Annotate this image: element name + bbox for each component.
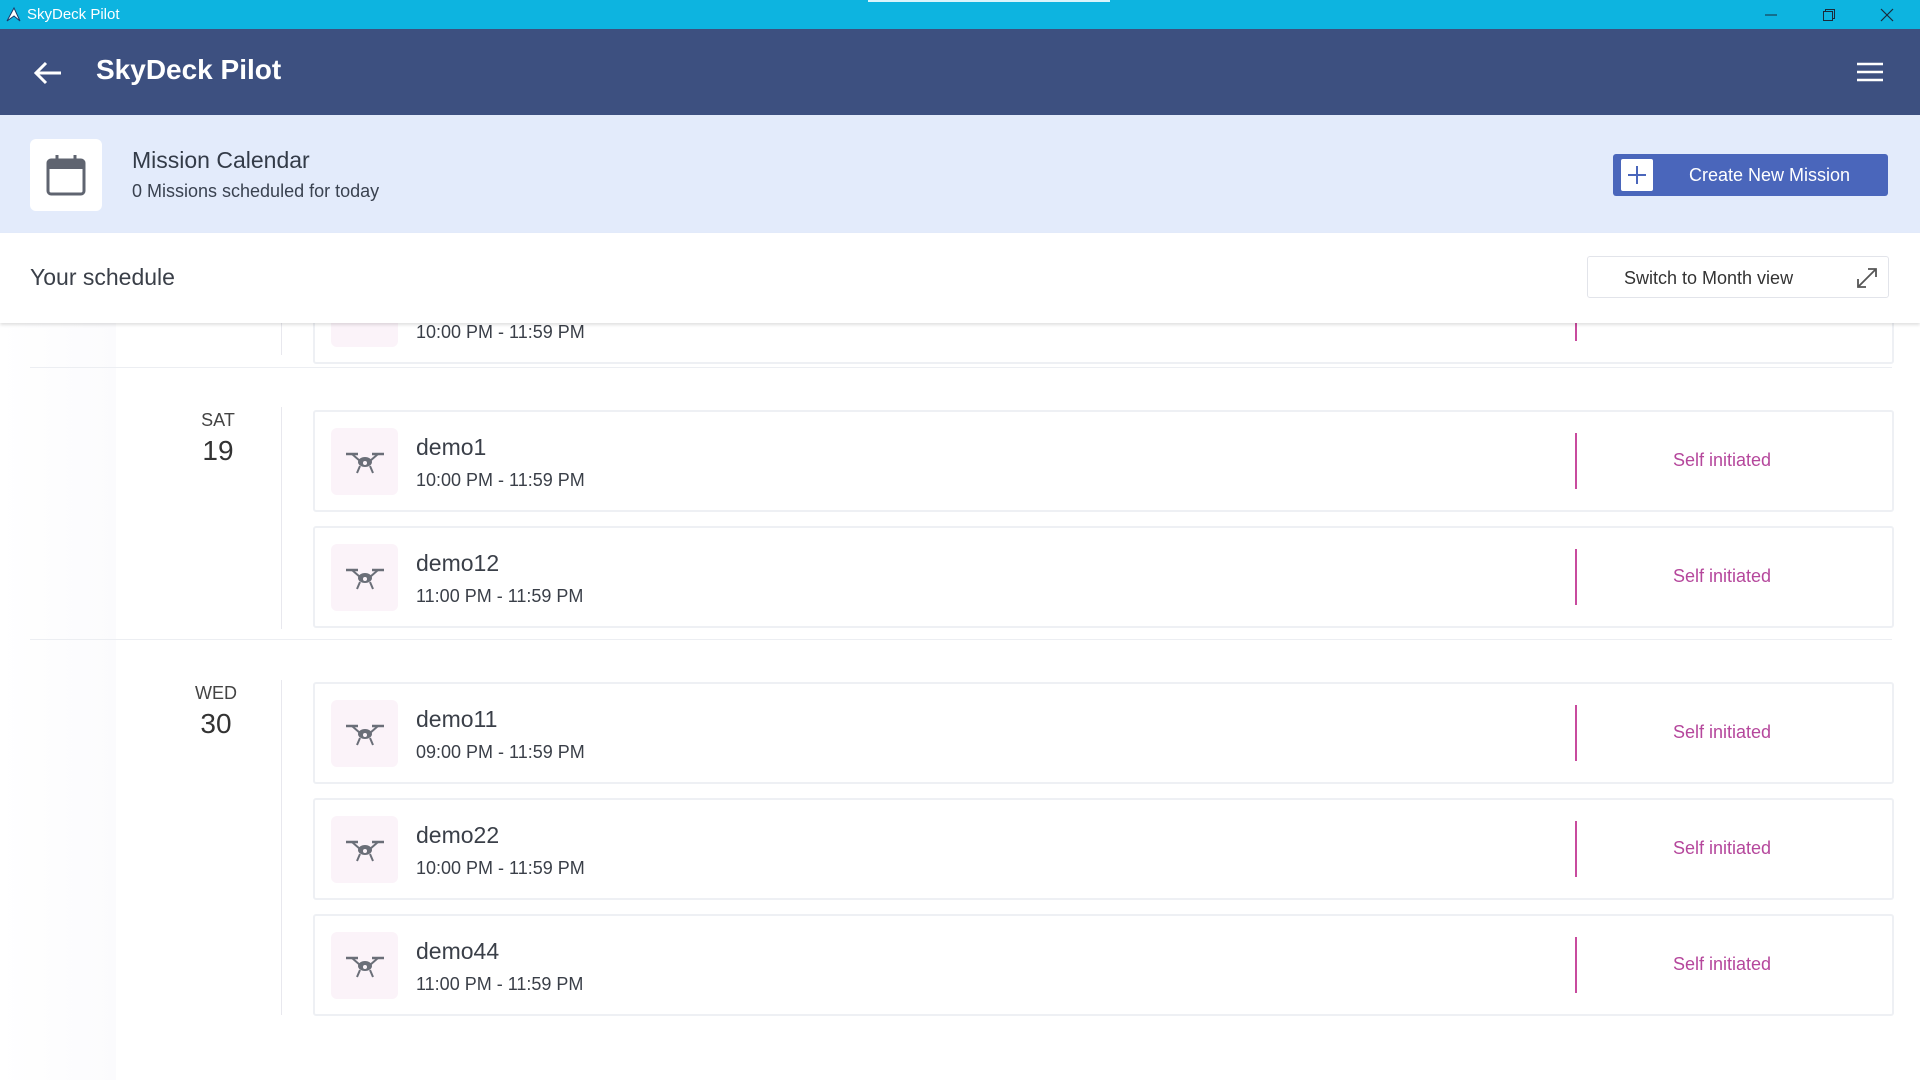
mission-name: demo12 (416, 550, 500, 576)
titlebar-accent (868, 0, 1110, 2)
calendar-title: Mission Calendar (132, 147, 310, 173)
drone-icon (345, 568, 384, 589)
back-button[interactable] (30, 55, 66, 91)
mission-time: 10:00 PM - 11:59 PM (416, 470, 585, 490)
drone-icon-box (331, 932, 398, 999)
drone-icon (345, 452, 384, 473)
mission-card-demo22[interactable]: demo22 10:00 PM - 11:59 PM Self initiate… (313, 798, 1894, 900)
mission-status: Self initiated (1673, 838, 1772, 858)
card-divider (1575, 549, 1577, 605)
plus-icon (1621, 159, 1653, 191)
schedule-header: Your schedule Switch to Month view (0, 233, 1920, 323)
mission-time: 11:00 PM - 11:59 PM (416, 974, 584, 994)
day-line (281, 680, 282, 1015)
mission-card-partial[interactable]: 10:00 PM - 11:59 PM (313, 323, 1894, 364)
day-of-week: SAT (201, 410, 235, 430)
calendar-icon-box (30, 139, 102, 211)
mission-card-demo12[interactable]: demo12 11:00 PM - 11:59 PM Self initiate… (313, 526, 1894, 628)
switch-month-view-button[interactable]: Switch to Month view (1587, 256, 1889, 298)
mission-card-demo1[interactable]: demo1 10:00 PM - 11:59 PM Self initiated (313, 410, 1894, 512)
drone-icon (345, 840, 384, 861)
card-divider (1575, 323, 1577, 341)
create-new-mission-label: Create New Mission (1689, 165, 1851, 185)
mission-name: demo22 (416, 822, 500, 848)
restore-button[interactable] (1800, 0, 1858, 29)
drone-icon-box (331, 544, 398, 611)
day-of-week: WED (195, 683, 237, 703)
mission-status: Self initiated (1673, 954, 1772, 974)
mission-status: Self initiated (1673, 722, 1772, 742)
restore-icon (1823, 8, 1835, 21)
mission-status: Self initiated (1673, 566, 1772, 586)
drone-icon-box (331, 428, 398, 495)
day-line (281, 407, 282, 629)
calendar-icon (46, 155, 86, 196)
drone-icon-box (331, 816, 398, 883)
card-divider (1575, 821, 1577, 877)
mission-name: demo44 (416, 938, 500, 964)
drone-icon (345, 956, 384, 977)
mission-card-demo11[interactable]: demo11 09:00 PM - 11:59 PM Self initiate… (313, 682, 1894, 784)
schedule-title: Your schedule (30, 264, 175, 290)
minimize-icon (1765, 14, 1777, 15)
day-number: 30 (200, 708, 232, 739)
drone-icon-box (331, 700, 398, 767)
day-separator (30, 367, 1892, 368)
mission-calendar-header: Mission Calendar 0 Missions scheduled fo… (0, 115, 1920, 233)
card-divider (1575, 433, 1577, 489)
mission-status: Self initiated (1673, 450, 1772, 470)
close-icon (1880, 8, 1894, 21)
switch-month-view-label: Switch to Month view (1624, 268, 1794, 288)
window-title: SkyDeck Pilot (27, 6, 120, 23)
create-new-mission-button[interactable]: Create New Mission (1613, 154, 1888, 196)
day-line (281, 323, 282, 355)
minimize-button[interactable] (1742, 0, 1800, 29)
list-left-gutter (0, 323, 116, 1080)
card-divider (1575, 937, 1577, 993)
menu-button[interactable] (1851, 53, 1889, 91)
drone-icon-box (331, 323, 398, 347)
close-window-button[interactable] (1858, 0, 1916, 29)
schedule-list[interactable]: 10:00 PM - 11:59 PM SAT 19 demo1 10:00 P… (0, 323, 1920, 1080)
expand-icon (1857, 268, 1877, 288)
window-titlebar: SkyDeck Pilot (0, 0, 1920, 29)
mission-card-demo44[interactable]: demo44 11:00 PM - 11:59 PM Self initiate… (313, 914, 1894, 1016)
day-date-sat-19: SAT 19 (183, 410, 253, 467)
mission-time: 11:00 PM - 11:59 PM (416, 586, 584, 606)
drone-icon (345, 724, 384, 745)
day-date-wed-30: WED 30 (181, 683, 251, 740)
mission-name: demo1 (416, 434, 487, 460)
app-logo-icon (6, 6, 21, 22)
app-header: SkyDeck Pilot (0, 29, 1920, 115)
hamburger-menu-icon (1857, 62, 1883, 82)
card-divider (1575, 705, 1577, 761)
mission-time: 10:00 PM - 11:59 PM (416, 858, 585, 878)
mission-time: 09:00 PM - 11:59 PM (416, 742, 585, 762)
arrow-left-icon (33, 61, 61, 85)
mission-name: demo11 (416, 706, 498, 732)
day-separator (30, 639, 1892, 640)
mission-time: 10:00 PM - 11:59 PM (416, 323, 585, 342)
day-number: 19 (202, 435, 234, 466)
app-title: SkyDeck Pilot (96, 54, 282, 85)
missions-today-count: 0 Missions scheduled for today (132, 181, 380, 201)
